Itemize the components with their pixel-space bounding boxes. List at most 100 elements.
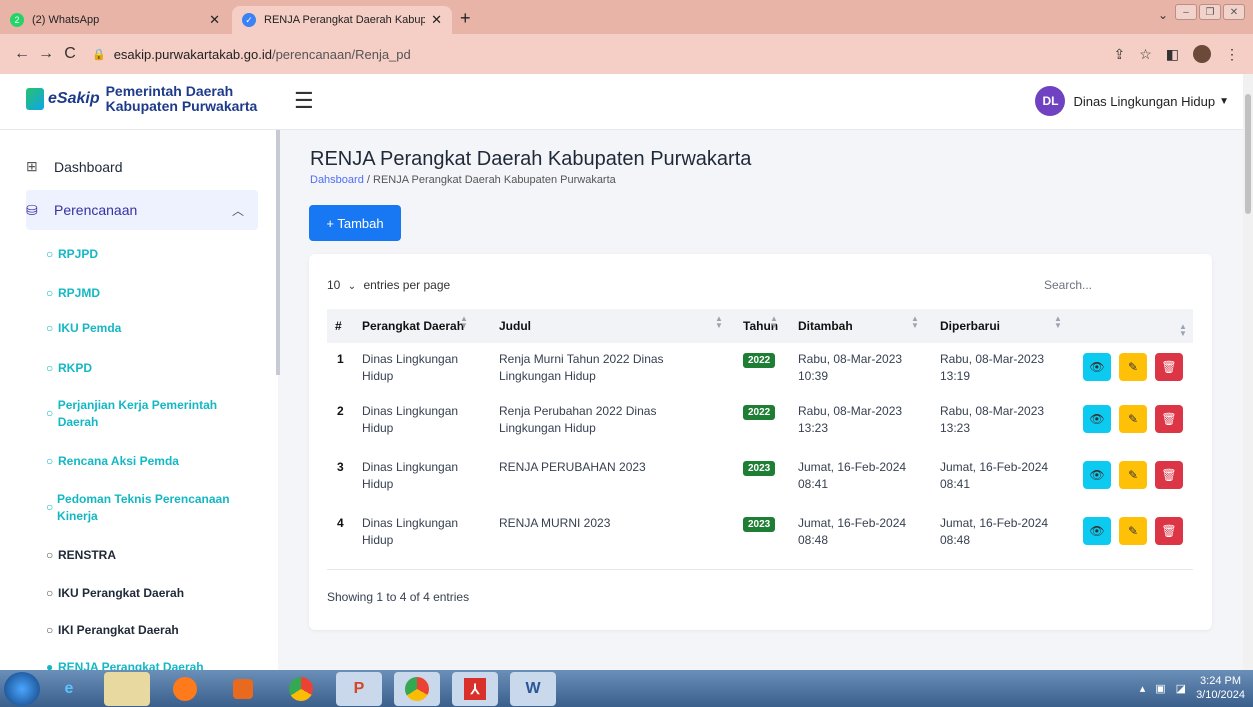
circle-icon: ○	[46, 454, 54, 468]
edit-button[interactable]: ✎	[1119, 517, 1147, 545]
judul-line1: RENJA MURNI 2023	[499, 516, 611, 530]
view-button[interactable]: 👁	[1083, 353, 1111, 381]
org-name: Pemerintah Daerah Kabupaten Purwakarta	[106, 84, 258, 114]
lock-icon: 🔒	[92, 48, 106, 61]
view-button[interactable]: 👁	[1083, 517, 1111, 545]
edit-button[interactable]: ✎	[1119, 461, 1147, 489]
volume-icon[interactable]: ◪	[1176, 682, 1186, 695]
sidebar-subitem-rkpd[interactable]: ○ RKPD	[46, 360, 92, 377]
close-tab-icon[interactable]: ✕	[431, 12, 442, 28]
subitem-label: IKI Perangkat Daerah	[58, 623, 179, 637]
circle-icon: ○	[46, 247, 54, 261]
col-judul[interactable]: Judul	[499, 319, 531, 333]
add-button[interactable]: + Tambah	[309, 205, 401, 241]
profile-avatar[interactable]	[1193, 45, 1211, 63]
delete-button[interactable]: 🗑	[1155, 405, 1183, 433]
sidebar-subitem-iku-pd[interactable]: ○ IKU Perangkat Daerah	[46, 585, 184, 602]
forward-arrow-icon[interactable]: →	[34, 45, 58, 63]
diperbarui-time: 08:41	[940, 477, 971, 491]
system-tray: ▴ ▣ ◪ 3:24 PM 3/10/2024	[1140, 674, 1245, 702]
sidebar-subitem-pedoman-teknis[interactable]: ○ Pedoman Teknis Perencanaan Kinerja	[46, 491, 256, 525]
sidebar-subitem-perjanjian-kerja[interactable]: ○ Perjanjian Kerja Pemerintah Daerah	[46, 397, 256, 431]
row-number: 1	[337, 352, 344, 366]
view-button[interactable]: 👁	[1083, 405, 1111, 433]
circle-icon: ○	[46, 406, 54, 420]
sidebar-item-dashboard[interactable]: ⊞ Dashboard	[26, 158, 123, 175]
share-icon[interactable]: ⇪	[1113, 46, 1125, 63]
chrome-window-icon[interactable]	[394, 671, 440, 706]
start-button[interactable]	[4, 671, 40, 706]
maximize-button[interactable]: ❐	[1199, 4, 1221, 20]
chrome-icon[interactable]	[278, 672, 324, 706]
sidebar-subitem-renja-pd[interactable]: ● RENJA Perangkat Daerah	[46, 659, 204, 670]
search-input[interactable]: Search...	[1044, 278, 1092, 292]
year-badge: 2022	[743, 405, 776, 420]
col-diperbarui[interactable]: Diperbarui	[940, 319, 1000, 333]
delete-button[interactable]: 🗑	[1155, 517, 1183, 545]
word-icon[interactable]: W	[510, 671, 556, 706]
col-perangkat-daerah[interactable]: Perangkat Daerah	[362, 319, 464, 333]
minimize-button[interactable]: –	[1175, 4, 1197, 20]
subitem-label: Pedoman Teknis Perencanaan Kinerja	[57, 492, 230, 523]
favicon-icon: ✓	[242, 13, 256, 27]
tab-whatsapp[interactable]: 2 (2) WhatsApp ✕	[0, 6, 230, 34]
trash-icon: 🗑	[1161, 468, 1177, 482]
reload-icon[interactable]: C	[58, 45, 82, 63]
breadcrumb-dashboard-link[interactable]: Dahsboard	[310, 174, 364, 186]
menu-kebab-icon[interactable]: ⋮	[1225, 46, 1239, 63]
pdf-reader-icon[interactable]: ⅄	[452, 671, 498, 706]
sidebar-subitem-iku-pemda[interactable]: ○ IKU Pemda	[46, 320, 121, 337]
app-icon[interactable]	[220, 672, 266, 706]
bookmark-star-icon[interactable]: ☆	[1139, 46, 1152, 63]
diperbarui-date: Jumat, 16-Feb-2024	[940, 460, 1049, 474]
edit-button[interactable]: ✎	[1119, 353, 1147, 381]
sidebar-subitem-rencana-aksi[interactable]: ○ Rencana Aksi Pemda	[46, 453, 179, 470]
sidebar-subitem-rpjpd[interactable]: ○ RPJPD	[46, 246, 98, 263]
powerpoint-icon[interactable]: P	[336, 671, 382, 706]
tab-title: RENJA Perangkat Daerah Kabupa	[264, 14, 426, 26]
app-logo[interactable]: eSakip Pemerintah Daerah Kabupaten Purwa…	[26, 84, 257, 114]
delete-button[interactable]: 🗑	[1155, 461, 1183, 489]
delete-button[interactable]: 🗑	[1155, 353, 1183, 381]
subitem-label: RPJMD	[58, 286, 101, 300]
sidebar-scrollbar[interactable]	[276, 130, 280, 375]
circle-icon: ○	[46, 286, 54, 300]
view-button[interactable]: 👁	[1083, 461, 1111, 489]
ie-icon[interactable]: e	[46, 672, 92, 706]
diperbarui-time: 13:23	[940, 421, 971, 435]
sidebar-subitem-iki-pd[interactable]: ○ IKI Perangkat Daerah	[46, 622, 179, 639]
url-input[interactable]: 🔒 esakip.purwakartakab.go.id/perencanaan…	[92, 47, 1113, 62]
tab-renja[interactable]: ✓ RENJA Perangkat Daerah Kabupa ✕	[232, 6, 452, 34]
scrollbar-thumb[interactable]	[1245, 94, 1251, 214]
entries-per-page[interactable]: 10 ⌄ entries per page	[327, 278, 450, 292]
tray-expand-icon[interactable]: ▴	[1140, 682, 1146, 695]
sidepanel-icon[interactable]: ◧	[1166, 46, 1179, 63]
divider	[327, 569, 1193, 570]
new-tab-button[interactable]: +	[460, 8, 471, 29]
circle-icon: ○	[46, 548, 54, 562]
sidebar-subitem-rpjmd[interactable]: ○ RPJMD	[46, 285, 100, 302]
sidebar-subitem-renstra[interactable]: ○ RENSTRA	[46, 547, 116, 564]
col-number[interactable]: #	[335, 319, 342, 333]
close-window-button[interactable]: ✕	[1223, 4, 1245, 20]
browser-tabbar: 2 (2) WhatsApp ✕ ✓ RENJA Perangkat Daera…	[0, 0, 1253, 34]
edit-button[interactable]: ✎	[1119, 405, 1147, 433]
user-menu[interactable]: DL Dinas Lingkungan Hidup ▼	[1035, 86, 1229, 116]
pencil-icon: ✎	[1127, 524, 1139, 538]
ditambah-date: Jumat, 16-Feb-2024	[798, 516, 907, 530]
firefox-icon[interactable]	[162, 672, 208, 706]
eye-icon: 👁	[1089, 360, 1105, 374]
sidebar-item-perencanaan[interactable]: ⛁ Perencanaan ︿	[26, 190, 258, 230]
clock[interactable]: 3:24 PM 3/10/2024	[1196, 674, 1245, 702]
tab-search-icon[interactable]: ⌄	[1158, 8, 1168, 22]
col-ditambah[interactable]: Ditambah	[798, 319, 853, 333]
table-row: 1 Dinas Lingkungan Hidup Renja Murni Tahu…	[327, 345, 1193, 403]
hamburger-menu-icon[interactable]: ☰	[294, 88, 314, 114]
subitem-label: RPJPD	[58, 247, 99, 261]
file-explorer-icon[interactable]	[104, 671, 150, 706]
pencil-icon: ✎	[1127, 468, 1139, 482]
network-icon[interactable]: ▣	[1155, 682, 1165, 695]
close-tab-icon[interactable]: ✕	[209, 12, 220, 28]
page-scrollbar[interactable]	[1243, 74, 1253, 670]
back-arrow-icon[interactable]: ←	[10, 45, 34, 63]
